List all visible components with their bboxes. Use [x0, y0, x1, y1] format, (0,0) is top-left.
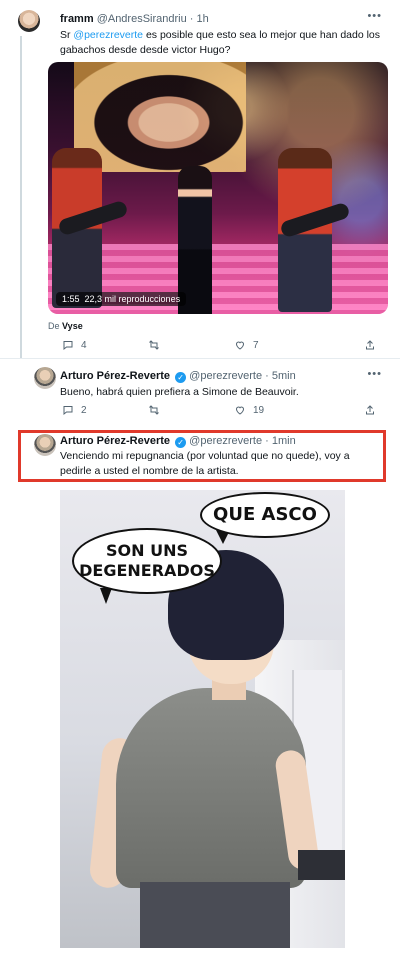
timestamp[interactable]: · 1h	[190, 13, 209, 25]
share-icon	[366, 340, 374, 350]
share-button[interactable]	[364, 339, 376, 351]
meme-image: QUE ASCO SON UNS DEGENERADOS	[60, 490, 345, 948]
video-views-badge: 1:55 22,3 mil reproducciones	[56, 292, 187, 306]
video-player[interactable]: 1:55 22,3 mil reproducciones	[48, 62, 388, 314]
more-horizontal-icon[interactable]: •••	[367, 10, 382, 22]
user-handle[interactable]: @perezreverte	[189, 370, 262, 382]
timestamp[interactable]: · 1min	[265, 435, 296, 447]
more-horizontal-icon[interactable]: •••	[367, 368, 382, 380]
share-button[interactable]	[364, 404, 376, 416]
like-button[interactable]: 7	[234, 339, 259, 351]
user-handle[interactable]: @perezreverte	[189, 435, 262, 447]
tweet-header: framm @AndresSirandriu · 1h	[60, 13, 209, 25]
avatar[interactable]	[18, 10, 40, 32]
heart-icon	[235, 341, 245, 350]
like-button[interactable]: 19	[234, 404, 264, 416]
mention-link[interactable]: @perezreverte	[73, 29, 143, 41]
character-shirt	[116, 688, 306, 888]
reply-icon	[63, 406, 73, 416]
tweet-reply-highlighted[interactable]: Arturo Pérez-Reverte ✓ @perezreverte · 1…	[0, 432, 400, 480]
display-name[interactable]: Arturo Pérez-Reverte	[60, 435, 170, 447]
divider	[0, 358, 400, 359]
tweet-header: Arturo Pérez-Reverte ✓ @perezreverte · 1…	[60, 435, 296, 448]
avatar[interactable]	[34, 434, 56, 456]
retweet-button[interactable]	[148, 404, 167, 416]
tweet-text: Sr @perezreverte es posible que esto sea…	[60, 29, 381, 56]
reply-count: 4	[81, 339, 87, 351]
like-count: 7	[253, 339, 259, 351]
speech-bubble-top: QUE ASCO	[200, 492, 330, 538]
reply-icon	[63, 341, 73, 351]
verified-badge-icon: ✓	[175, 437, 187, 448]
user-handle[interactable]: @AndresSirandriu	[97, 13, 187, 25]
retweet-icon	[149, 405, 159, 415]
video-credit: De Vyse	[48, 321, 83, 331]
verified-badge-icon: ✓	[175, 372, 187, 383]
timestamp[interactable]: · 5min	[265, 370, 296, 382]
speech-bubble-left: SON UNS DEGENERADOS	[72, 528, 222, 594]
thread-connector	[20, 36, 22, 358]
tweet-reply[interactable]: Arturo Pérez-Reverte ✓ @perezreverte · 5…	[0, 360, 400, 426]
avatar[interactable]	[34, 367, 56, 389]
action-bar: 2 19	[62, 404, 380, 418]
action-bar: 4 7	[62, 339, 380, 353]
reply-button[interactable]: 4	[62, 339, 87, 351]
tweet-text: Venciendo mi repugnancia (por voluntad q…	[60, 450, 350, 477]
tweet-text: Bueno, habrá quien prefiera a Simone de …	[60, 386, 299, 398]
reply-button[interactable]: 2	[62, 404, 87, 416]
share-icon	[366, 405, 374, 415]
retweet-button[interactable]	[148, 339, 167, 351]
display-name[interactable]: Arturo Pérez-Reverte	[60, 370, 170, 382]
tweet-original[interactable]: framm @AndresSirandriu · 1h ••• Sr @pere…	[0, 0, 400, 358]
credit-account[interactable]: Vyse	[62, 321, 83, 331]
heart-icon	[235, 406, 245, 415]
like-count: 19	[253, 404, 265, 416]
tweet-header: Arturo Pérez-Reverte ✓ @perezreverte · 5…	[60, 370, 296, 383]
retweet-icon	[149, 340, 159, 350]
reply-count: 2	[81, 404, 87, 416]
display-name[interactable]: framm	[60, 13, 94, 25]
